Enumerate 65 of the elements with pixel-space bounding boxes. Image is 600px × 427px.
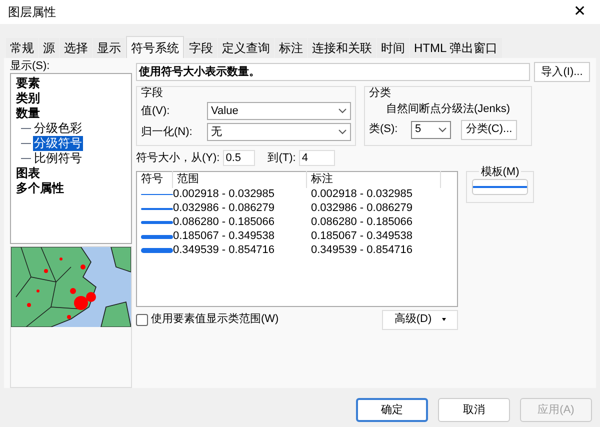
dialog-button[interactable]: 取消 (438, 398, 510, 422)
range-cell-text: 0.349539 - 0.854716 (173, 243, 276, 258)
tree-item[interactable]: 类别 (15, 91, 41, 106)
range-cell-text: 0.002918 - 0.032985 (173, 187, 276, 202)
group-title: 字段 (141, 87, 164, 99)
template-swatch[interactable] (472, 178, 528, 194)
group-title: 分类 (369, 87, 392, 99)
window-title: 图层属性 (8, 4, 56, 21)
tab[interactable]: 显示 (93, 38, 125, 58)
column-header[interactable]: 范围 (173, 171, 307, 188)
dropdown-caret-icon (338, 129, 347, 135)
tab[interactable]: 定义查询 (218, 38, 274, 58)
close-button[interactable]: ✕ (568, 1, 592, 23)
tree-item[interactable]: 要素 (15, 76, 41, 91)
checkbox[interactable] (136, 314, 148, 326)
size-from-label: 符号大小，从(Y): (136, 151, 220, 166)
range-cell-text: 0.185067 - 0.349538 (173, 229, 276, 244)
classes-dropdown[interactable]: 5 (411, 120, 451, 138)
method-label: 自然间断点分级法(Jenks) (384, 102, 512, 117)
classify-button[interactable]: 分类(C)... (461, 120, 517, 140)
label-cell-text: 0.185067 - 0.349538 (310, 229, 414, 244)
dropdown-caret-icon (338, 108, 347, 114)
tab[interactable]: 源 (39, 38, 59, 58)
tab[interactable]: 常规 (6, 38, 38, 58)
tab[interactable]: 标注 (275, 38, 307, 58)
size-to-label: 到(T): (268, 151, 296, 166)
tab[interactable]: HTML 弹出窗口 (410, 38, 502, 58)
normalize-label: 归一化(N): (141, 124, 194, 140)
label-cell-text: 0.349539 - 0.854716 (310, 243, 414, 258)
dialog-button[interactable]: 确定 (356, 398, 428, 422)
tree-item[interactable]: 数量 (15, 106, 41, 121)
line-symbol-icon[interactable] (141, 208, 173, 210)
range-cell-text: 0.086280 - 0.185066 (173, 215, 276, 230)
normalize-dropdown[interactable]: 无 (207, 123, 351, 141)
tree-item[interactable]: 分级符号 (33, 136, 83, 151)
tree-item[interactable]: 分级色彩 (33, 121, 83, 136)
label-cell-text: 0.086280 - 0.185066 (310, 215, 414, 230)
classes-label: 类(S): (369, 122, 399, 138)
import-button[interactable]: 导入(I)... (534, 62, 590, 82)
column-header[interactable]: 标注 (307, 171, 441, 188)
value-dropdown[interactable]: Value (207, 102, 351, 120)
line-symbol-icon[interactable] (141, 248, 173, 253)
label-cell-text: 0.002918 - 0.032985 (310, 187, 414, 202)
advanced-button[interactable]: 高级(D) (382, 310, 458, 330)
checkbox-label: 使用要素值显示类范围(W) (151, 312, 279, 328)
line-symbol-icon[interactable] (141, 234, 173, 238)
tree-item[interactable]: 图表 (15, 166, 41, 181)
caret-icon (442, 318, 446, 321)
dropdown-caret-icon (438, 126, 447, 132)
tab[interactable]: 连接和关联 (308, 38, 376, 58)
tree-item[interactable]: 多个属性 (15, 181, 65, 196)
description-field: 使用符号大小表示数量。 (136, 63, 530, 81)
column-header[interactable]: 符号 (137, 171, 173, 188)
size-to-field[interactable]: 4 (298, 150, 335, 166)
range-cell-text: 0.032986 - 0.086279 (173, 201, 276, 216)
label-cell-text: 0.032986 - 0.086279 (310, 201, 414, 216)
tab[interactable]: 符号系统 (126, 36, 184, 58)
tab[interactable]: 时间 (377, 38, 409, 58)
template-label: 模板(M) (478, 166, 522, 178)
size-from-field[interactable]: 0.5 (222, 150, 255, 166)
tab[interactable]: 选择 (60, 38, 92, 58)
value-label: 值(V): (141, 104, 171, 119)
tree-item[interactable]: 比例符号 (33, 151, 83, 166)
show-label: 显示(S): (10, 60, 51, 73)
tab[interactable]: 字段 (185, 38, 217, 58)
